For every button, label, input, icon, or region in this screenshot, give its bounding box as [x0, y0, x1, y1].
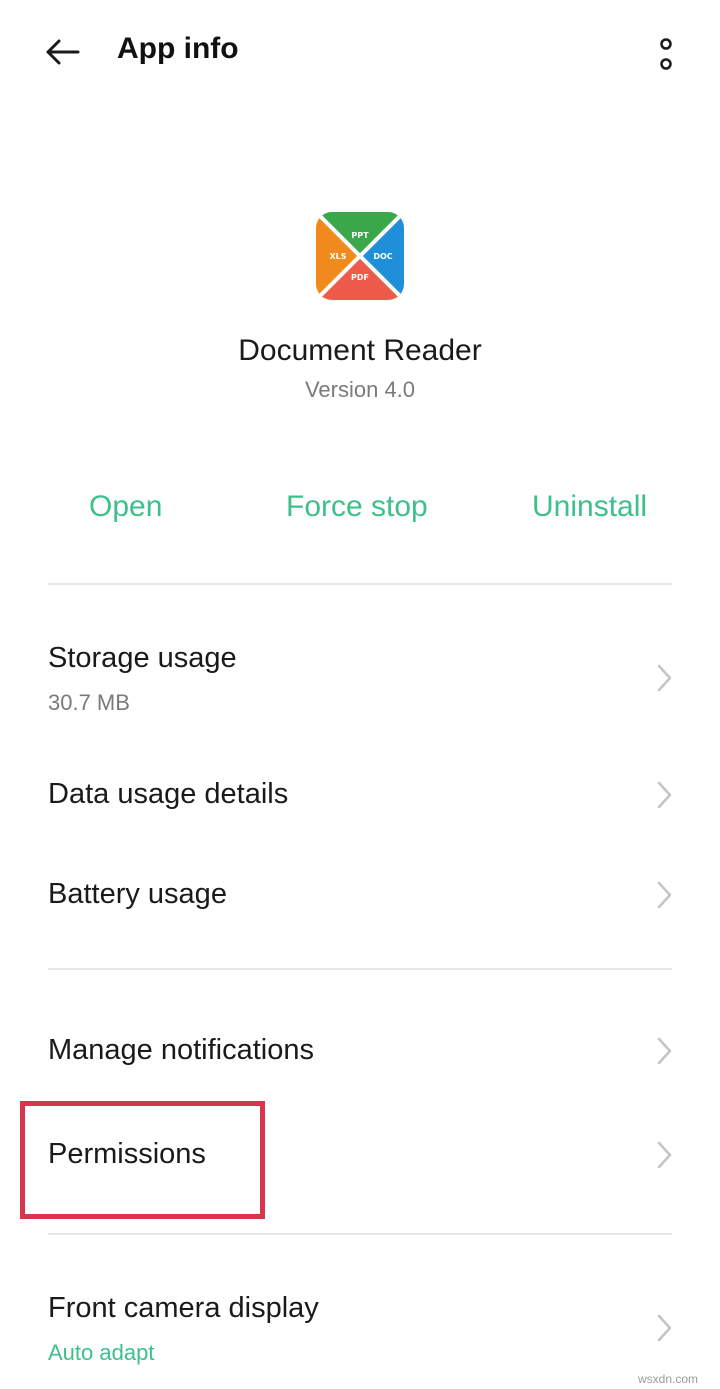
settings-item-battery-usage[interactable]: Battery usage — [0, 850, 720, 942]
divider — [48, 1233, 672, 1235]
open-button[interactable]: Open — [89, 490, 162, 524]
chevron-right-icon — [650, 1033, 678, 1069]
document-reader-app-icon: PPT DOC XLS PDF — [316, 212, 404, 300]
data-usage-title: Data usage details — [48, 778, 289, 810]
chevron-right-icon — [650, 777, 678, 813]
front-camera-display-title: Front camera display — [48, 1292, 319, 1324]
uninstall-button[interactable]: Uninstall — [532, 490, 647, 524]
icon-label-ppt: PPT — [351, 231, 369, 240]
chevron-right-icon — [650, 877, 678, 913]
force-stop-button[interactable]: Force stop — [286, 490, 428, 524]
app-name: Document Reader — [238, 334, 482, 367]
icon-label-doc: DOC — [373, 252, 392, 261]
divider — [48, 583, 672, 585]
settings-item-data-usage[interactable]: Data usage details — [0, 750, 720, 842]
icon-label-xls: XLS — [329, 252, 346, 261]
settings-item-front-camera-display[interactable]: Front camera display Auto adapt — [0, 1270, 720, 1389]
back-button[interactable] — [30, 22, 94, 82]
chevron-right-icon — [650, 1310, 678, 1346]
divider — [48, 968, 672, 970]
watermark: wsxdn.com — [638, 1372, 699, 1386]
battery-usage-title: Battery usage — [48, 878, 227, 910]
top-app-bar: App info — [0, 0, 720, 104]
app-version: Version 4.0 — [304, 377, 416, 402]
chevron-right-icon — [650, 660, 678, 696]
page-title: App info — [117, 32, 239, 65]
settings-item-storage-usage[interactable]: Storage usage 30.7 MB — [0, 620, 720, 740]
manage-notifications-title: Manage notifications — [48, 1034, 314, 1066]
arrow-left-icon — [46, 39, 80, 65]
permissions-highlight-box — [20, 1101, 265, 1219]
front-camera-display-value: Auto adapt — [48, 1340, 155, 1365]
more-vertical-icon — [660, 38, 672, 70]
icon-label-pdf: PDF — [351, 273, 369, 282]
storage-usage-value: 30.7 MB — [48, 690, 130, 715]
storage-usage-title: Storage usage — [48, 642, 237, 674]
settings-item-manage-notifications[interactable]: Manage notifications — [0, 1006, 720, 1098]
chevron-right-icon — [650, 1137, 678, 1173]
more-options-button[interactable] — [640, 28, 692, 80]
app-actions: Open Force stop Uninstall — [0, 490, 720, 540]
